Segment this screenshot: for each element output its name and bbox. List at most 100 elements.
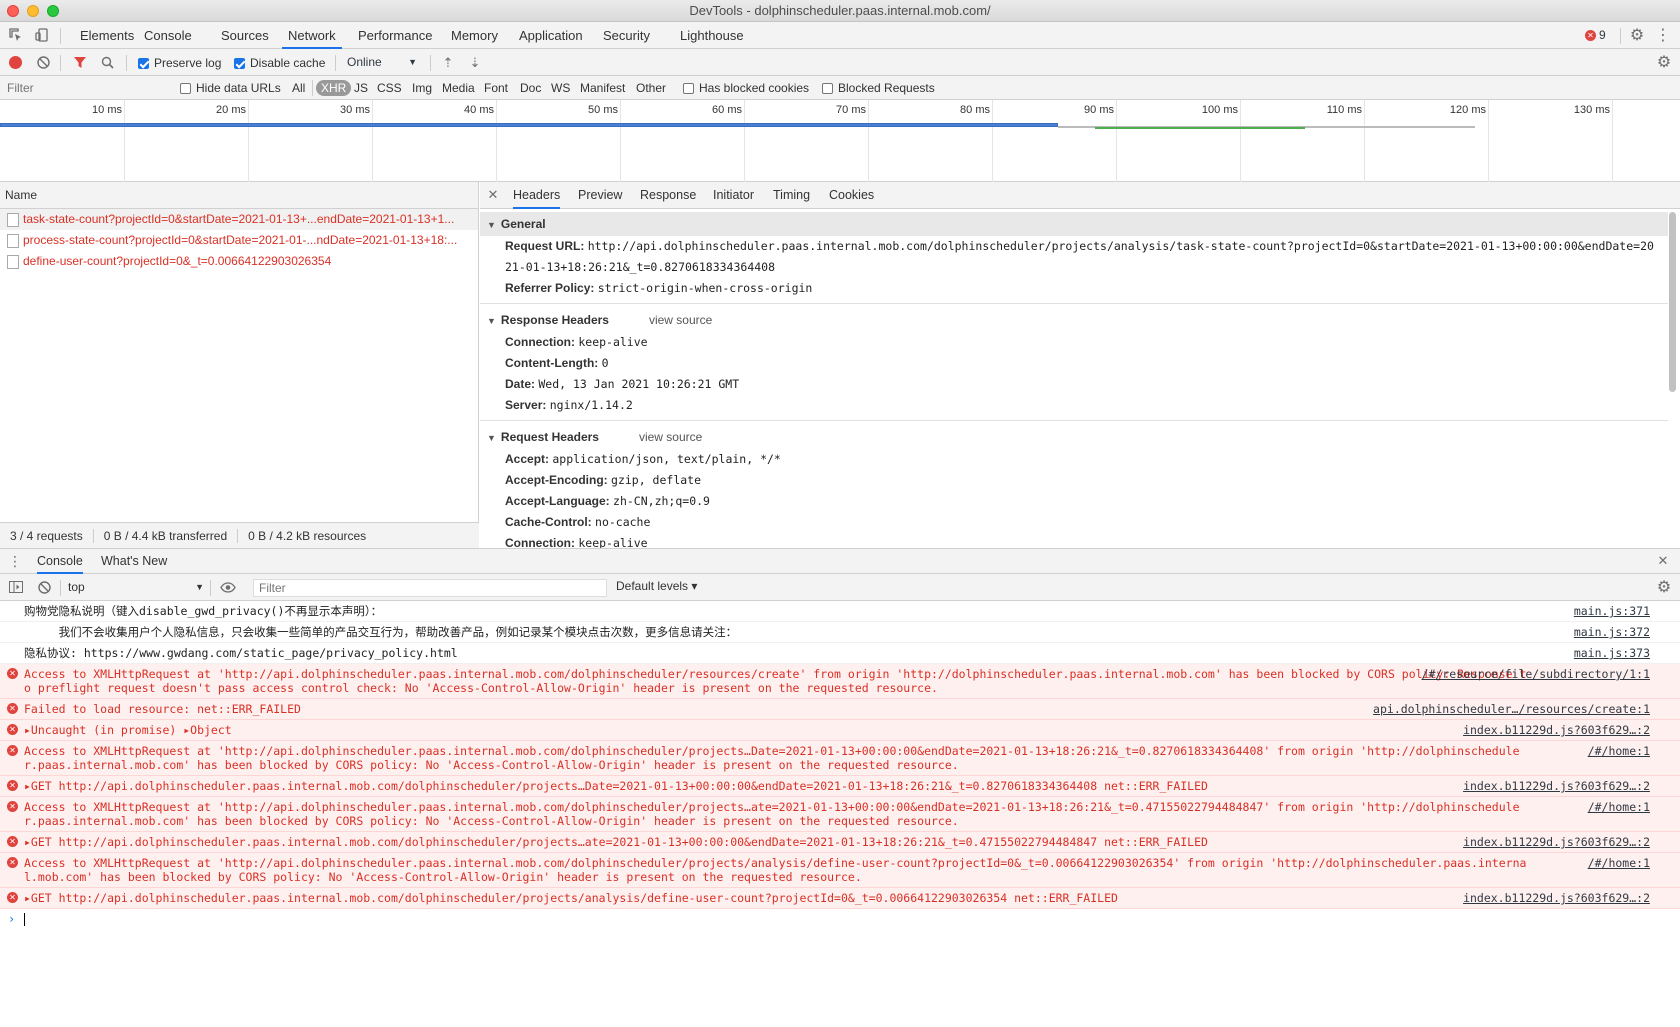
- filter-type-xhr[interactable]: XHR: [316, 80, 352, 96]
- filter-type-media[interactable]: Media: [439, 80, 478, 96]
- settings-gear-icon[interactable]: ⚙: [1628, 26, 1646, 44]
- clear-console-icon[interactable]: [37, 580, 52, 595]
- general-section-toggle[interactable]: ▼ General: [480, 212, 1668, 236]
- filter-funnel-icon[interactable]: [72, 55, 88, 70]
- close-drawer-icon[interactable]: ✕: [1657, 553, 1669, 568]
- console-source-link[interactable]: main.js:373: [1574, 646, 1650, 660]
- throttling-select[interactable]: Online ▼: [347, 55, 417, 69]
- console-filter-input[interactable]: [253, 579, 607, 597]
- tab-memory[interactable]: Memory: [445, 22, 504, 49]
- response-headers-toggle[interactable]: ▼ Response Headers view source: [480, 308, 1668, 332]
- request-list-header[interactable]: Name: [0, 182, 478, 209]
- tab-application[interactable]: Application: [513, 22, 589, 49]
- console-source-link[interactable]: index.b11229d.js?603f629…:2: [1463, 891, 1650, 905]
- tab-sources[interactable]: Sources: [215, 22, 275, 49]
- response-view-source-link[interactable]: view source: [649, 313, 712, 327]
- console-prompt[interactable]: ›: [0, 909, 1680, 929]
- console-source-link[interactable]: index.b11229d.js?603f629…:2: [1463, 779, 1650, 793]
- tab-performance[interactable]: Performance: [352, 22, 438, 49]
- tab-timing[interactable]: Timing: [773, 182, 810, 209]
- drawer-menu-icon[interactable]: ⋮: [8, 553, 22, 569]
- console-settings-gear-icon[interactable]: ⚙: [1655, 578, 1673, 596]
- request-row[interactable]: define-user-count?projectId=0&_t=0.00664…: [0, 251, 478, 272]
- device-toolbar-icon[interactable]: [34, 27, 50, 43]
- filter-type-ws[interactable]: WS: [548, 80, 573, 96]
- network-settings-gear-icon[interactable]: ⚙: [1655, 53, 1673, 71]
- request-headers-toggle[interactable]: ▼ Request Headers view source: [480, 425, 1668, 449]
- console-error-message: ✕ Access to XMLHttpRequest at 'http://api…: [0, 797, 1680, 832]
- log-levels-dropdown[interactable]: Default levels ▾: [616, 579, 697, 593]
- console-source-link[interactable]: /#/home:1: [1588, 744, 1650, 758]
- tab-console[interactable]: Console: [138, 22, 198, 49]
- console-source-link[interactable]: main.js:371: [1574, 604, 1650, 618]
- drawer-tab-console[interactable]: Console: [37, 549, 83, 574]
- header-row: Accept-Language: zh-CN,zh;q=0.9: [505, 494, 710, 508]
- filter-type-other[interactable]: Other: [633, 80, 669, 96]
- timeline-tick: 60 ms: [712, 104, 742, 116]
- network-filter-input[interactable]: [3, 79, 165, 97]
- request-count: 3 / 4 requests: [0, 529, 94, 543]
- more-options-icon[interactable]: ⋮: [1655, 26, 1671, 44]
- live-expression-eye-icon[interactable]: [219, 580, 237, 595]
- has-blocked-cookies-checkbox[interactable]: Has blocked cookies: [683, 81, 809, 95]
- console-message-text: ▸GET http://api.dolphinscheduler.paas.in…: [24, 779, 1208, 793]
- devtools-main-tabbar: Elements Console Sources Network Perform…: [0, 22, 1680, 49]
- tab-headers[interactable]: Headers: [513, 182, 561, 209]
- console-source-link[interactable]: index.b11229d.js?603f629…:2: [1463, 835, 1650, 849]
- tab-security[interactable]: Security: [597, 22, 656, 49]
- console-source-link[interactable]: /#/home:1: [1588, 856, 1650, 870]
- filter-type-all[interactable]: All: [289, 80, 308, 96]
- tab-initiator[interactable]: Initiator: [713, 182, 754, 209]
- resources-size: 0 B / 4.2 kB resources: [248, 529, 367, 543]
- timeline-tick: 130 ms: [1573, 104, 1610, 116]
- console-source-link[interactable]: /#/resource/file/subdirectory/1:1: [1422, 667, 1650, 681]
- import-har-icon[interactable]: ⇡: [441, 55, 455, 70]
- blocked-requests-checkbox[interactable]: Blocked Requests: [822, 81, 935, 95]
- timeline-bar-request: [0, 123, 1058, 127]
- hide-data-urls-checkbox[interactable]: Hide data URLs: [180, 81, 281, 95]
- filter-type-font[interactable]: Font: [481, 80, 511, 96]
- console-message-text: ▸GET http://api.dolphinscheduler.paas.in…: [24, 891, 1118, 905]
- console-source-link[interactable]: index.b11229d.js?603f629…:2: [1463, 723, 1650, 737]
- request-list-panel: Name task-state-count?projectId=0&startD…: [0, 182, 479, 548]
- request-url-row: Request URL: http://api.dolphinscheduler…: [505, 239, 1654, 274]
- filter-type-doc[interactable]: Doc: [517, 80, 544, 96]
- tab-lighthouse[interactable]: Lighthouse: [674, 22, 750, 49]
- record-icon[interactable]: [9, 56, 22, 69]
- tab-preview[interactable]: Preview: [578, 182, 622, 209]
- timeline-tick: 10 ms: [92, 104, 122, 116]
- console-source-link[interactable]: /#/home:1: [1588, 800, 1650, 814]
- error-count-badge[interactable]: ✕ 9: [1585, 28, 1606, 42]
- filter-type-js[interactable]: JS: [351, 80, 371, 96]
- context-selector[interactable]: top ▼: [68, 578, 204, 596]
- inspect-element-icon[interactable]: [8, 27, 24, 43]
- disable-cache-checkbox[interactable]: Disable cache: [234, 56, 325, 70]
- filter-type-img[interactable]: Img: [409, 80, 435, 96]
- network-overview-timeline[interactable]: 10 ms 20 ms 30 ms 40 ms 50 ms 60 ms 70 m…: [0, 100, 1680, 182]
- export-har-icon[interactable]: ⇣: [468, 55, 482, 70]
- timeline-tick: 40 ms: [464, 104, 494, 116]
- console-source-link[interactable]: api.dolphinscheduler…/resources/create:1: [1373, 702, 1650, 716]
- drawer-tab-whats-new[interactable]: What's New: [101, 549, 167, 574]
- header-row: Date: Wed, 13 Jan 2021 10:26:21 GMT: [505, 377, 740, 391]
- request-row[interactable]: process-state-count?projectId=0&startDat…: [0, 230, 478, 251]
- header-row: Accept: application/json, text/plain, */…: [505, 452, 781, 466]
- console-message-text: ▸Uncaught (in promise) ▸Object: [24, 723, 232, 737]
- clear-icon[interactable]: [36, 55, 51, 70]
- error-icon: ✕: [7, 857, 18, 868]
- console-source-link[interactable]: main.js:372: [1574, 625, 1650, 639]
- show-sidebar-icon[interactable]: [8, 580, 23, 594]
- filter-type-manifest[interactable]: Manifest: [577, 80, 628, 96]
- search-icon[interactable]: [100, 55, 115, 70]
- request-view-source-link[interactable]: view source: [639, 430, 702, 444]
- detail-scrollbar[interactable]: [1669, 212, 1676, 392]
- close-detail-icon[interactable]: ✕: [487, 187, 499, 202]
- tab-network[interactable]: Network: [282, 22, 342, 49]
- tab-cookies[interactable]: Cookies: [829, 182, 874, 209]
- preserve-log-checkbox[interactable]: Preserve log: [138, 56, 221, 70]
- request-row[interactable]: task-state-count?projectId=0&startDate=2…: [0, 209, 478, 230]
- error-icon: ✕: [7, 836, 18, 847]
- tab-response[interactable]: Response: [640, 182, 696, 209]
- tab-elements[interactable]: Elements: [74, 22, 140, 49]
- filter-type-css[interactable]: CSS: [374, 80, 405, 96]
